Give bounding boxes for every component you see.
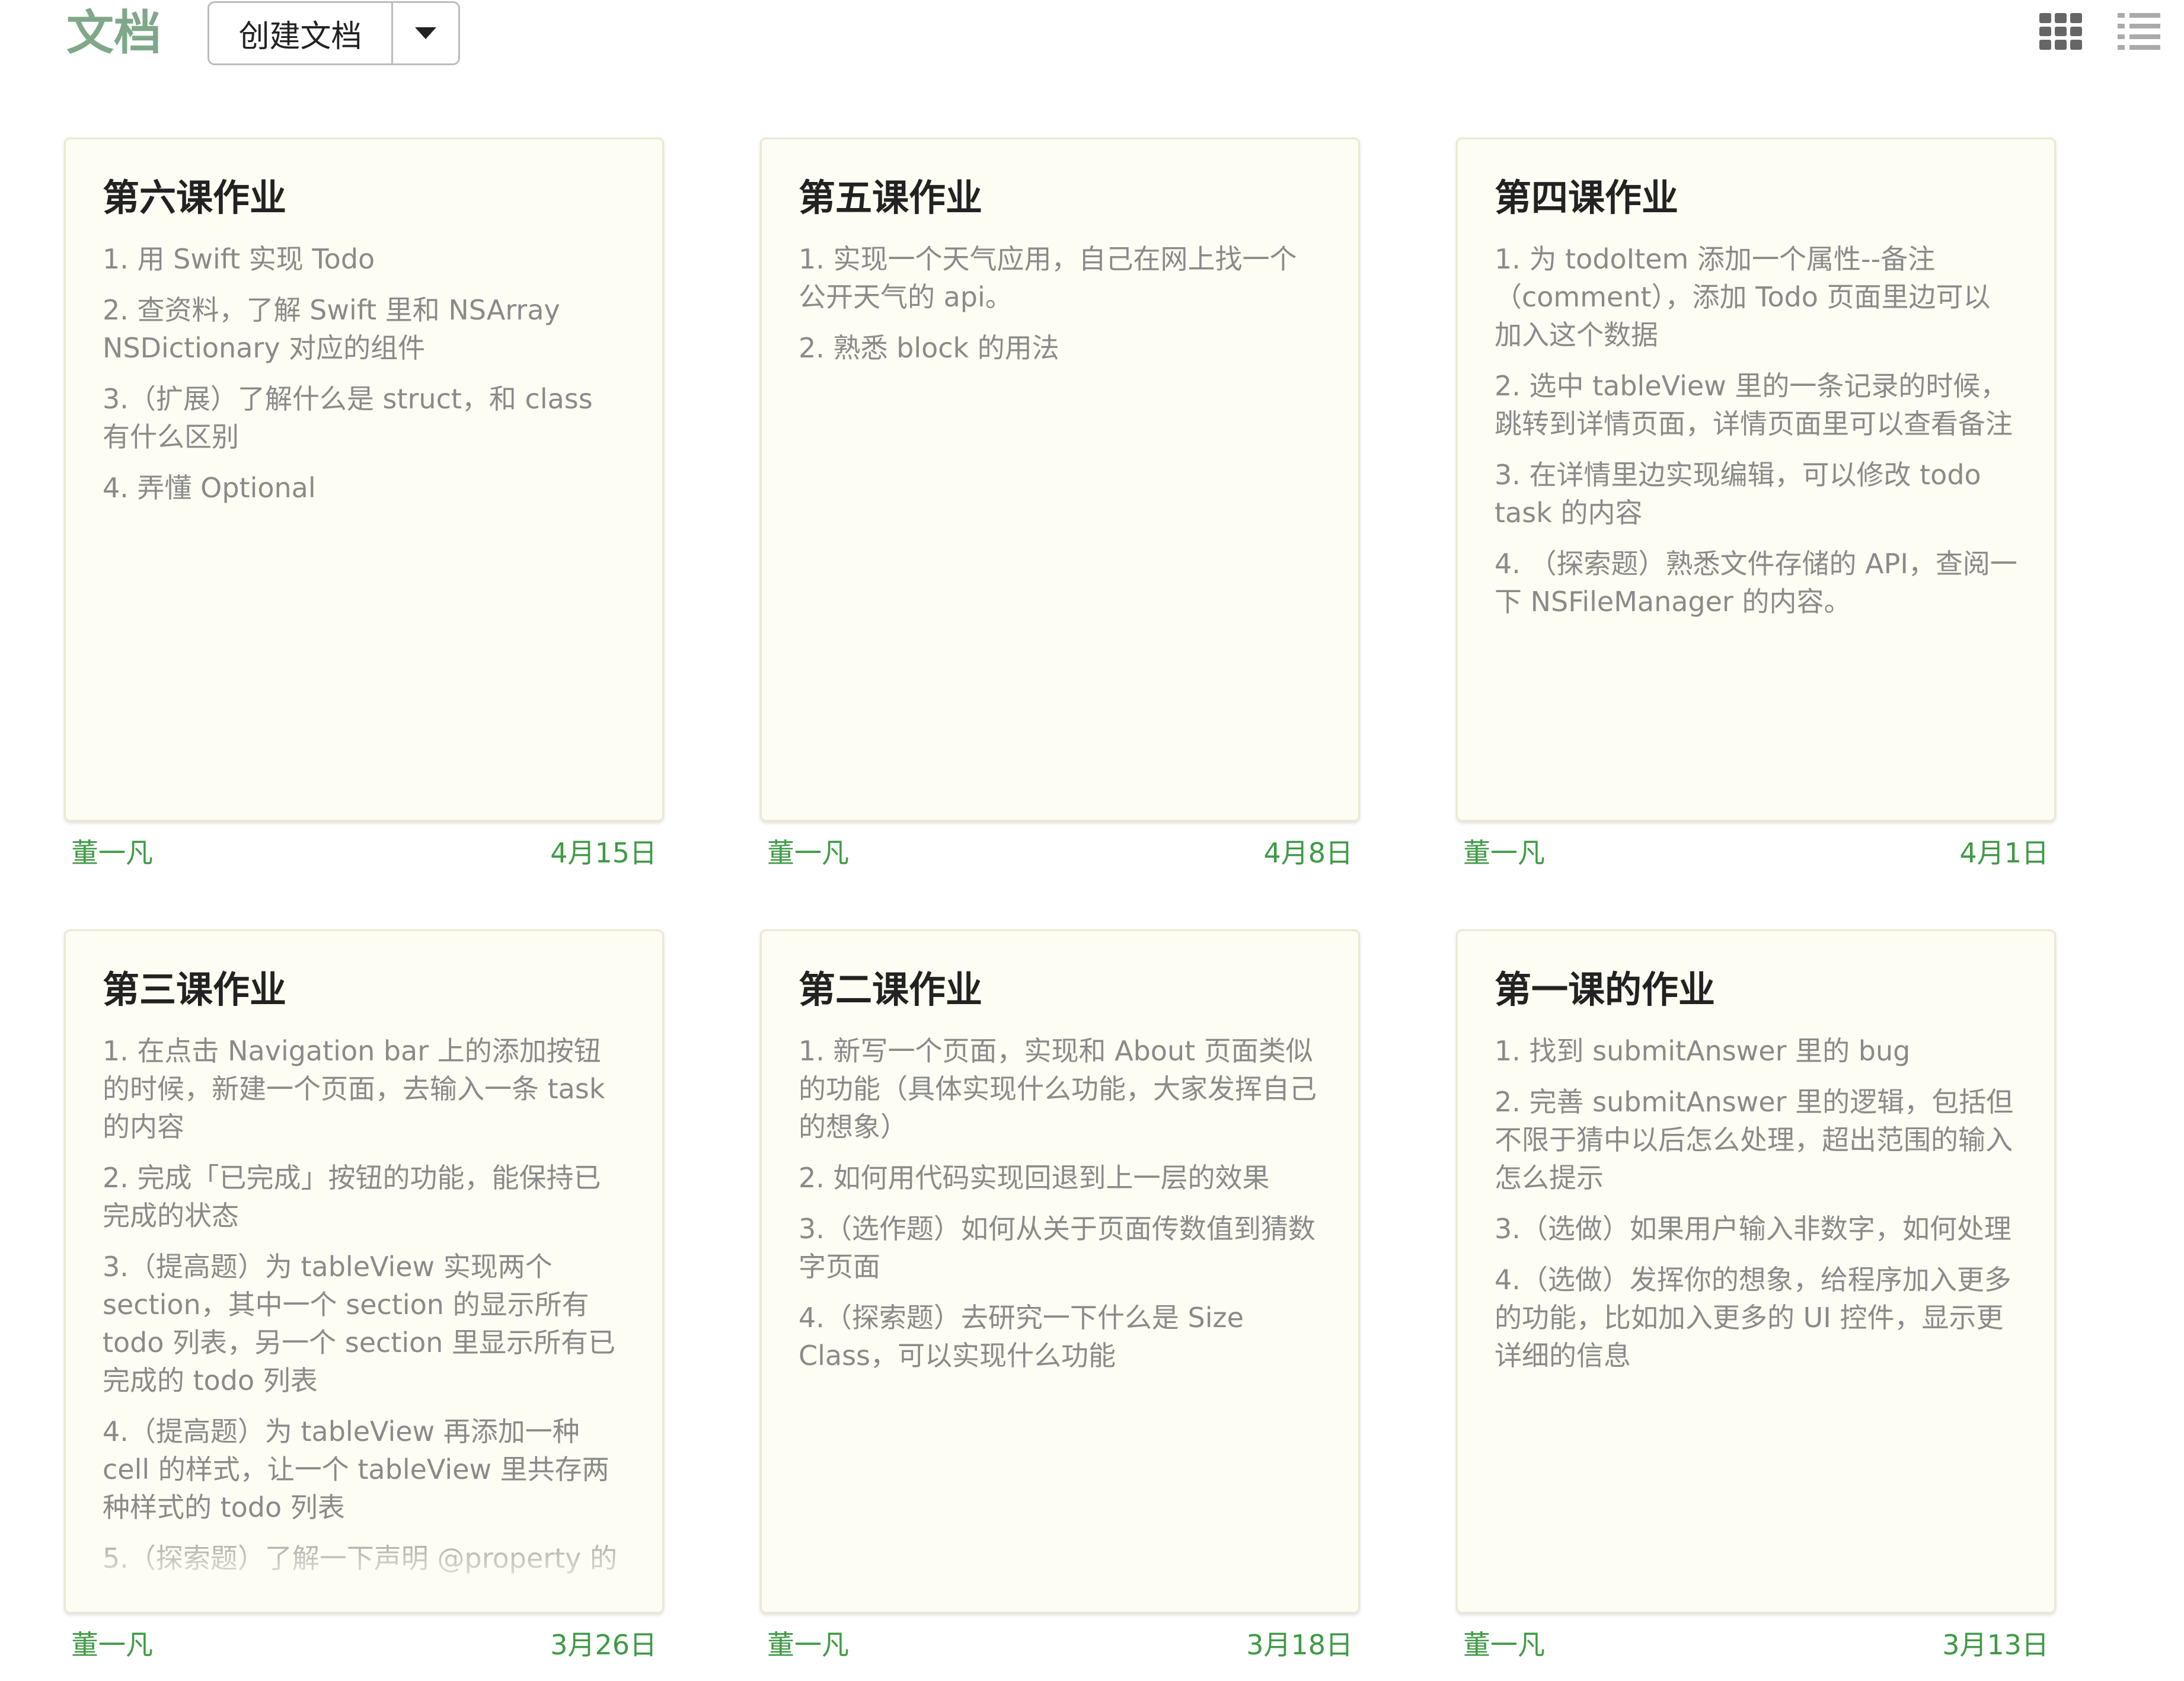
card-line: 1. 找到 submitAnswer 里的 bug (1495, 1035, 1911, 1067)
card-line: 4. 弄懂 Optional (103, 472, 316, 504)
card-author[interactable]: 董一凡 (71, 1624, 153, 1666)
document-card-paper[interactable]: 第二课作业 1. 新写一个页面，实现和 About 页面类似的功能（具体实现什么… (760, 929, 1360, 1613)
document-card-paper[interactable]: 第一课的作业 1. 找到 submitAnswer 里的 bug 2. 完善 s… (1456, 929, 2056, 1613)
card-title: 第六课作业 (103, 176, 287, 219)
card-author[interactable]: 董一凡 (767, 832, 849, 874)
card-title: 第五课作业 (799, 176, 983, 219)
card-body: 1. 实现一个天气应用，自己在网上找一个公开天气的 api。 2. 熟悉 blo… (799, 240, 1321, 367)
card-date: 4月1日 (1959, 837, 2049, 869)
card-title: 第三课作业 (103, 968, 287, 1011)
card-title: 第二课作业 (799, 968, 983, 1011)
card-line: 2. 完成「已完成」按钮的功能，能保持已完成的状态 (103, 1162, 601, 1232)
card-line: 3.（提高题）为 tableView 实现两个 section，其中一个 sec… (103, 1251, 616, 1396)
page-title: 文档 (66, 5, 161, 60)
document-card-paper[interactable]: 第四课作业 1. 为 todoItem 添加一个属性--备注（comment），… (1456, 138, 2056, 822)
card-line: 1. 在点击 Navigation bar 上的添加按钮的时候，新建一个页面，去… (103, 1035, 605, 1143)
document-card[interactable]: 第一课的作业 1. 找到 submitAnswer 里的 bug 2. 完善 s… (1456, 929, 2056, 1666)
document-card-paper[interactable]: 第六课作业 1. 用 Swift 实现 Todo 2. 查资料，了解 Swift… (64, 138, 664, 822)
document-card[interactable]: 第六课作业 1. 用 Swift 实现 Todo 2. 查资料，了解 Swift… (64, 138, 664, 874)
card-line: 1. 用 Swift 实现 Todo (103, 243, 375, 275)
card-body: 1. 在点击 Navigation bar 上的添加按钮的时候，新建一个页面，去… (103, 1032, 625, 1577)
card-line: 1. 实现一个天气应用，自己在网上找一个公开天气的 api。 (799, 243, 1297, 313)
card-line: 4. （探索题）熟悉文件存储的 API，查阅一下 NSFileManager 的… (1495, 548, 2017, 618)
card-line: 2. 熟悉 block 的用法 (799, 332, 1059, 364)
create-document-button[interactable]: 创建文档 (209, 3, 393, 63)
card-line: 1. 为 todoItem 添加一个属性--备注（comment），添加 Tod… (1495, 243, 1991, 351)
card-line: 3.（选做）如果用户输入非数字，如何处理 (1495, 1213, 2011, 1245)
card-line: 4.（选做）发挥你的想象，给程序加入更多的功能，比如加入更多的 UI 控件，显示… (1495, 1264, 2011, 1372)
card-footer: 董一凡 3月13日 (1456, 1613, 2056, 1666)
card-line: 3.（扩展）了解什么是 struct，和 class 有什么区别 (103, 383, 593, 453)
document-card[interactable]: 第二课作业 1. 新写一个页面，实现和 About 页面类似的功能（具体实现什么… (760, 929, 1360, 1666)
card-footer: 董一凡 4月1日 (1456, 822, 2056, 874)
card-footer: 董一凡 3月18日 (760, 1613, 1360, 1666)
card-footer: 董一凡 4月8日 (760, 822, 1360, 874)
card-body: 1. 找到 submitAnswer 里的 bug 2. 完善 submitAn… (1495, 1032, 2017, 1375)
card-footer: 董一凡 4月15日 (64, 822, 664, 874)
card-date: 3月13日 (1942, 1629, 2049, 1661)
document-card[interactable]: 第四课作业 1. 为 todoItem 添加一个属性--备注（comment），… (1456, 138, 2056, 874)
card-body: 1. 新写一个页面，实现和 About 页面类似的功能（具体实现什么功能，大家发… (799, 1032, 1321, 1375)
card-line: 3.（选作题）如何从关于页面传数值到猜数字页面 (799, 1213, 1315, 1283)
card-body: 1. 为 todoItem 添加一个属性--备注（comment），添加 Tod… (1495, 240, 2017, 621)
grid-view-icon[interactable] (2039, 13, 2082, 50)
card-line: 2. 选中 tableView 里的一条记录的时候，跳转到详情页面，详情页面里可… (1495, 370, 2013, 440)
list-view-icon[interactable] (2118, 13, 2160, 50)
card-line: 1. 新写一个页面，实现和 About 页面类似的功能（具体实现什么功能，大家发… (799, 1035, 1317, 1143)
card-line: 2. 查资料，了解 Swift 里和 NSArray NSDictionary … (103, 294, 560, 364)
create-dropdown-button[interactable] (393, 3, 458, 63)
card-line: 2. 完善 submitAnswer 里的逻辑，包括但不限于猜中以后怎么处理，超… (1495, 1086, 2014, 1194)
card-title: 第一课的作业 (1495, 968, 1716, 1011)
card-author[interactable]: 董一凡 (71, 832, 153, 874)
card-author[interactable]: 董一凡 (1463, 832, 1545, 874)
card-author[interactable]: 董一凡 (1463, 1624, 1545, 1666)
card-author[interactable]: 董一凡 (767, 1624, 849, 1666)
document-card[interactable]: 第五课作业 1. 实现一个天气应用，自己在网上找一个公开天气的 api。 2. … (760, 138, 1360, 874)
card-line: 2. 如何用代码实现回退到上一层的效果 (799, 1162, 1270, 1194)
card-date: 3月26日 (550, 1629, 657, 1661)
toolbar: 文档 创建文档 (0, 0, 2184, 83)
create-document-group: 创建文档 (207, 1, 460, 65)
card-line: 4.（探索题）去研究一下什么是 Size Class，可以实现什么功能 (799, 1302, 1244, 1372)
document-card[interactable]: 第三课作业 1. 在点击 Navigation bar 上的添加按钮的时候，新建… (64, 929, 664, 1666)
card-line: 3. 在详情里边实现编辑，可以修改 todo task 的内容 (1495, 459, 1981, 529)
chevron-down-icon (415, 27, 436, 39)
card-date: 4月15日 (550, 837, 657, 869)
card-line: 4.（提高题）为 tableView 再添加一种 cell 的样式，让一个 ta… (103, 1415, 609, 1523)
card-body: 1. 用 Swift 实现 Todo 2. 查资料，了解 Swift 里和 NS… (103, 240, 625, 507)
card-date: 4月8日 (1263, 837, 1353, 869)
document-card-paper[interactable]: 第五课作业 1. 实现一个天气应用，自己在网上找一个公开天气的 api。 2. … (760, 138, 1360, 822)
card-footer: 董一凡 3月26日 (64, 1613, 664, 1666)
card-line: 5.（探索题）了解一下声明 @property 的 (103, 1542, 618, 1574)
card-date: 3月18日 (1246, 1629, 1353, 1661)
card-title: 第四课作业 (1495, 176, 1679, 219)
document-card-paper[interactable]: 第三课作业 1. 在点击 Navigation bar 上的添加按钮的时候，新建… (64, 929, 664, 1613)
